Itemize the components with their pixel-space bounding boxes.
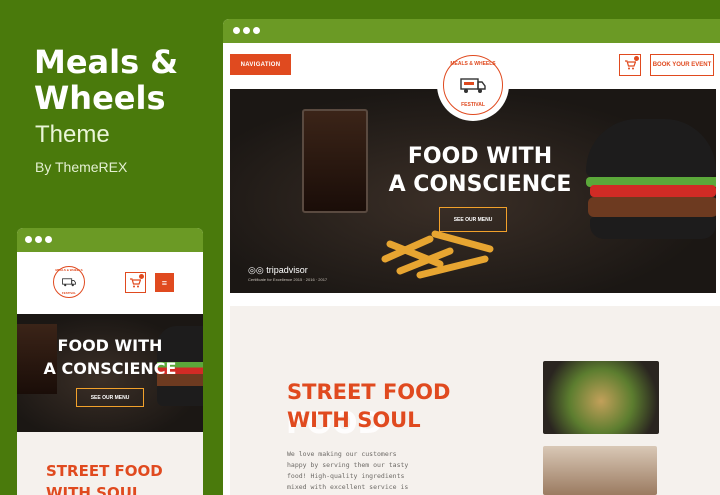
hero-headline-line1: FOOD WITH [57,336,163,355]
desktop-preview-window: NAVIGATION MEALS & WHEELS FESTIVAL BOOK … [223,19,720,495]
about-section: FOOD STREET FOOD WITH SOUL We love makin… [230,306,720,495]
see-menu-button[interactable]: SEE OUR MENU [76,388,144,407]
section-headline-line2: WITH SOUL [287,408,421,432]
logo-bottom-text: FESTIVAL [461,102,485,108]
window-dot-icon [243,27,250,34]
see-menu-button[interactable]: SEE OUR MENU [439,207,507,232]
section-body-line: We love making our customers [287,450,397,458]
window-titlebar [17,228,203,252]
about-section: STREET FOOD WITH SOUL [17,432,203,495]
cart-count-badge [634,56,639,61]
mobile-preview-window: MEALS & WHEELS FESTIVAL ≡ FOOD WITH A CO… [17,228,203,495]
window-titlebar [223,19,720,43]
cola-glass-image [302,109,368,213]
section-body-line: happy by serving them our tasty [287,461,409,469]
window-dot-icon [25,236,32,243]
navigation-button[interactable]: NAVIGATION [230,54,291,75]
promo-byline: By ThemeREX [35,159,128,175]
hero-headline-line2: A CONSCIENCE [43,359,177,378]
food-truck-icon [62,278,76,287]
section-headline: STREET FOOD WITH SOUL [46,460,163,495]
site-logo[interactable]: MEALS & WHEELS FESTIVAL [50,263,88,301]
customer-photo [543,446,657,495]
window-dot-icon [45,236,52,243]
logo-bottom-text: FESTIVAL [61,291,77,295]
promo-subtitle: Theme [35,121,110,148]
section-body-line: mixed with excellent service is [287,483,409,491]
cart-icon [624,60,636,70]
tripadvisor-caption: Certificate for Excellence 2015 · 2016 ·… [248,277,328,282]
taco-photo [543,361,659,434]
window-dot-icon [35,236,42,243]
section-headline-line2: WITH SOUL [46,484,142,495]
logo-top-text: MEALS & WHEELS [450,61,496,67]
burger-image [586,119,716,249]
hero-headline: FOOD WITH A CONSCIENCE [37,334,183,380]
section-headline: STREET FOOD WITH SOUL [287,378,450,434]
window-dot-icon [233,27,240,34]
section-headline-line1: STREET FOOD [46,462,163,480]
tripadvisor-label: tripadvisor [266,265,308,275]
cart-button[interactable] [619,54,641,76]
site-logo[interactable]: MEALS & WHEELS FESTIVAL [437,49,509,121]
hero-headline-line2: A CONSCIENCE [388,172,572,197]
cart-button[interactable] [125,272,146,293]
section-body: We love making our customers happy by se… [287,449,408,493]
window-dot-icon [253,27,260,34]
menu-button[interactable]: ≡ [155,273,174,292]
food-truck-icon [460,78,486,93]
hero-banner: FOOD WITH A CONSCIENCE SEE OUR MENU [17,314,203,432]
section-headline-line1: STREET FOOD [287,380,451,404]
promo-title-line2: Wheels [34,79,166,117]
hero-headline-line1: FOOD WITH [407,144,553,169]
cart-count-badge [139,274,144,279]
section-body-line: food! High-quality ingredients [287,472,405,480]
owl-icon: ◎◎ [248,265,264,275]
logo-top-text: MEALS & WHEELS [55,268,83,272]
hero-headline: FOOD WITH A CONSCIENCE [380,143,580,199]
hamburger-icon: ≡ [161,277,168,288]
tripadvisor-badge[interactable]: ◎◎ tripadvisor [248,265,308,276]
promo-title-line1: Meals & [34,43,179,81]
book-event-button[interactable]: BOOK YOUR EVENT [650,54,714,76]
cart-icon [130,277,141,287]
promo-title: Meals & Wheels [34,44,178,116]
